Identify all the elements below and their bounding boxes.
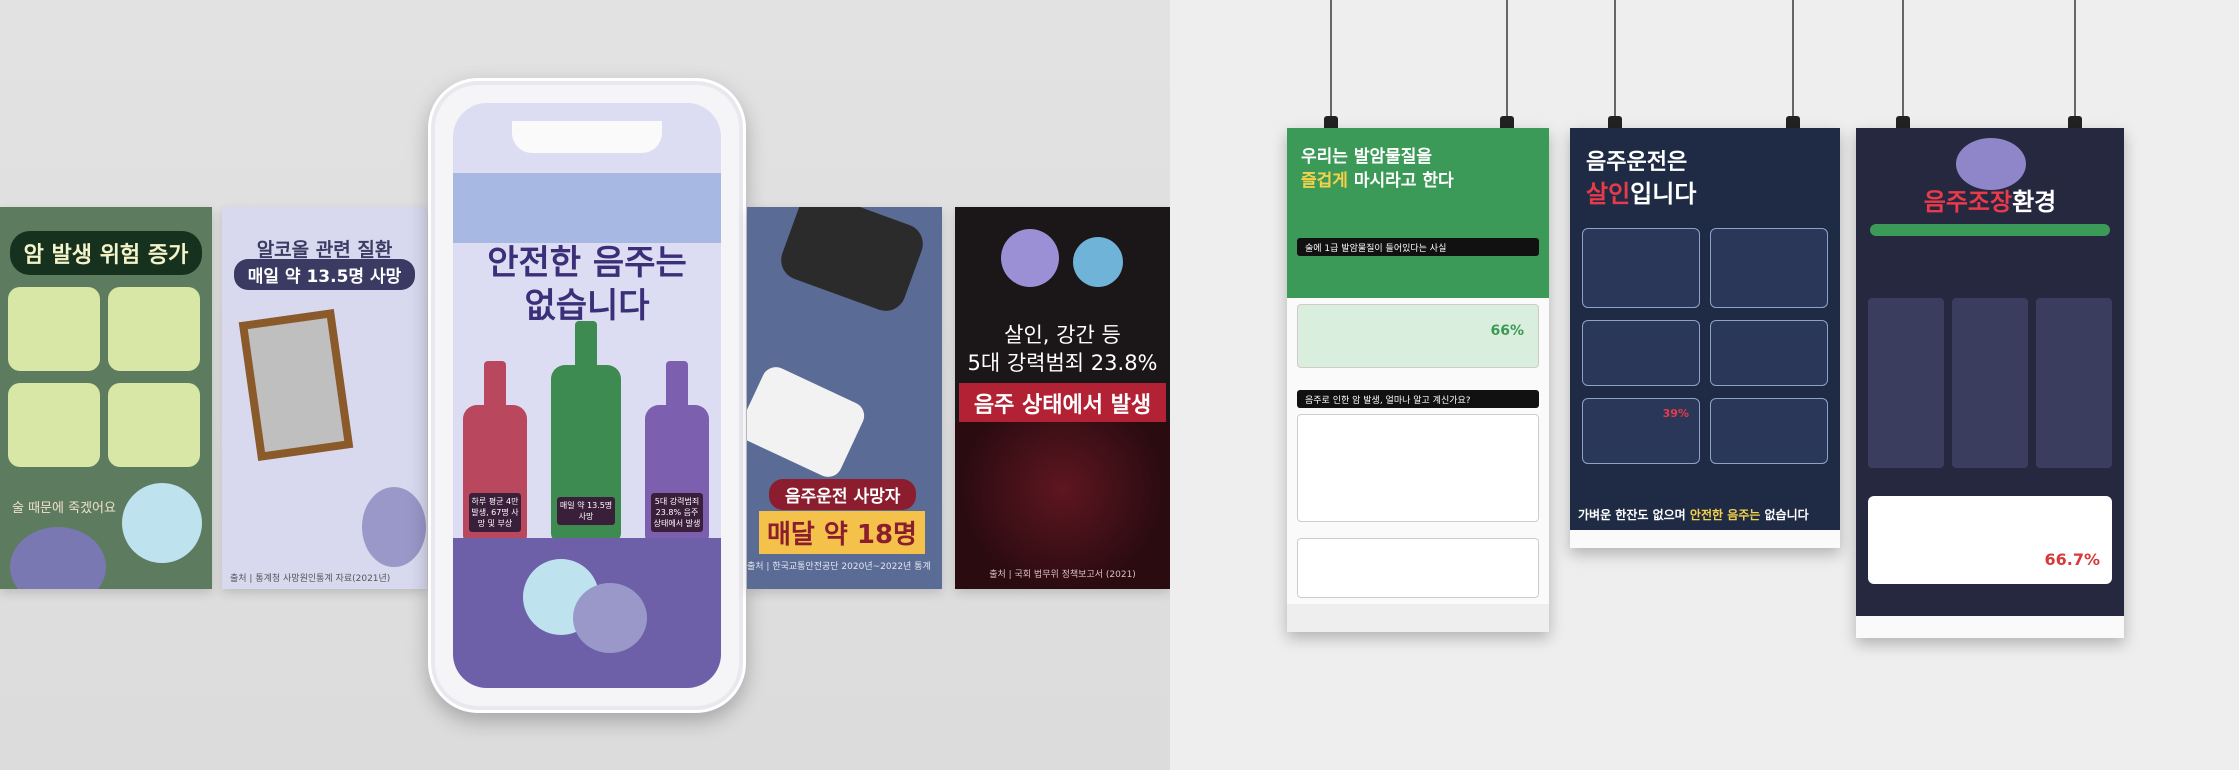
bottle-green: 매일 약 13.5명 사망 (551, 321, 621, 543)
mascot-icon (1073, 237, 1123, 287)
character-icon (573, 583, 647, 653)
poster-title-line2: 살인입니다 (1586, 180, 1697, 208)
lungs-tile (8, 287, 100, 371)
dark-scene (955, 422, 1170, 589)
card-source: 출처 | 통계청 사망원인통계 자료(2021년) (230, 574, 391, 584)
poster-title-line1: 음주운전은 (1586, 150, 1688, 175)
right-panel: 우리는 발암물질을 즐겁게 마시라고 한다 술에 1급 발암물질이 들어있다는 … (1170, 0, 2239, 770)
phone-screen: 안전한 음주는 없습니다 하루 평균 4만 발생, 67명 사망 및 부상 매일… (453, 103, 721, 688)
poster-title: 음주조장환경 (1923, 188, 2057, 216)
poster-box (1582, 228, 1700, 308)
bottle-label: 매일 약 13.5명 사망 (557, 497, 615, 525)
poster-title-line1: 우리는 발암물질을 (1301, 147, 1433, 167)
poster-stat: 39% (1662, 407, 1689, 420)
portrait-frame-icon (238, 309, 354, 461)
poster-box (1297, 538, 1539, 598)
poster-box (1582, 320, 1700, 386)
card-source: 출처 | 한국교통안전공단 2020년~2022년 통계 (747, 562, 931, 572)
card-line2: 매일 약 13.5명 사망 (234, 259, 415, 290)
brain-tile (108, 287, 200, 371)
poster-box: 39% (1582, 398, 1700, 464)
poster-box (1868, 496, 2112, 584)
ambulance-icon (747, 362, 869, 482)
poster-drunk-driving: 음주운전은 살인입니다 39% 가벼운 한잔도 없으며 안전한 음주는 없습니다 (1570, 128, 1840, 548)
progress-arrow (1870, 224, 2110, 236)
poster-box (1297, 414, 1539, 522)
poster-percent: 66% (1490, 323, 1524, 339)
poster-column (1952, 298, 2028, 468)
poster-column (2036, 298, 2112, 468)
phone-notch (512, 121, 662, 153)
mascot-icon (122, 483, 202, 563)
card-alcohol-disease: 알코올 관련 질환 매일 약 13.5명 사망 출처 | 통계청 사망원인통계 … (222, 207, 427, 589)
wave-decoration (453, 173, 721, 243)
poster-carcinogen: 우리는 발암물질을 즐겁게 마시라고 한다 술에 1급 발암물질이 들어있다는 … (1287, 128, 1549, 632)
phone-mockup: 안전한 음주는 없습니다 하루 평균 4만 발생, 67명 사망 및 부상 매일… (428, 78, 746, 713)
card-title: 암 발생 위험 증가 (10, 231, 202, 275)
poster-footer (1570, 530, 1840, 548)
car-icon (775, 207, 929, 317)
phone-title-line1: 안전한 음주는 (487, 243, 687, 283)
card-drunk-driving: 음주운전 사망자 매달 약 18명 출처 | 한국교통안전공단 2020년~20… (747, 207, 942, 589)
card-line1: 살인, 강간 등 (1004, 323, 1121, 347)
poster-strip: 음주로 인한 암 발생, 얼마나 알고 계신가요? (1297, 390, 1539, 408)
poster-box: 66% (1297, 304, 1539, 368)
card-source: 출처 | 국회 법무위 정책보고서 (2021) (989, 570, 1136, 580)
card-footer: 술 때문에 죽겠어요 (12, 501, 116, 516)
poster-column (1868, 298, 1944, 468)
poster-title-line2: 즐겁게 마시라고 한다 (1301, 171, 1454, 191)
poster-percent: 66.7% (2044, 550, 2100, 569)
poster-footer (1856, 616, 2124, 638)
poster-box (1710, 228, 1828, 308)
character-icon (1001, 229, 1059, 287)
phone-title-line2: 없습니다 (524, 286, 650, 326)
left-panel: 암 발생 위험 증가 술 때문에 죽겠어요 알코올 관련 질환 매일 약 13.… (0, 0, 1170, 770)
poster-drinking-environment: 음주조장환경 66.7% (1856, 128, 2124, 638)
card-line3: 음주 상태에서 발생 (959, 383, 1166, 423)
card-big-stat: 매달 약 18명 (759, 511, 925, 554)
character-icon (362, 487, 426, 567)
title-highlight: 살인 (1586, 180, 1631, 208)
poster-footer-text: 가벼운 한잔도 없으며 안전한 음주는 없습니다 (1578, 508, 1809, 522)
poster-box (1710, 398, 1828, 464)
poster-strip: 술에 1급 발암물질이 들어있다는 사실 (1297, 238, 1539, 256)
card-line2: 5대 강력범죄 23.8% (967, 351, 1158, 375)
card-cancer-risk: 암 발생 위험 증가 술 때문에 죽겠어요 (0, 207, 212, 589)
character-icon (10, 527, 106, 589)
bottle-red: 하루 평균 4만 발생, 67명 사망 및 부상 (463, 361, 527, 545)
bottle-label: 5대 강력범죄 23.8% 음주상태에서 발생 (651, 493, 703, 532)
stomach-tile (108, 383, 200, 467)
card-line1: 알코올 관련 질환 (256, 239, 393, 261)
bottle-label: 하루 평균 4만 발생, 67명 사망 및 부상 (469, 493, 521, 532)
bottle-purple: 5대 강력범죄 23.8% 음주상태에서 발생 (645, 361, 709, 545)
liver-tile (8, 383, 100, 467)
poster-box (1710, 320, 1828, 386)
poster-footer (1287, 604, 1549, 632)
card-violent-crime: 살인, 강간 등 5대 강력범죄 23.8% 음주 상태에서 발생 출처 | 국… (955, 207, 1170, 589)
card-badge: 음주운전 사망자 (769, 479, 917, 510)
title-highlight: 즐겁게 (1301, 171, 1348, 191)
